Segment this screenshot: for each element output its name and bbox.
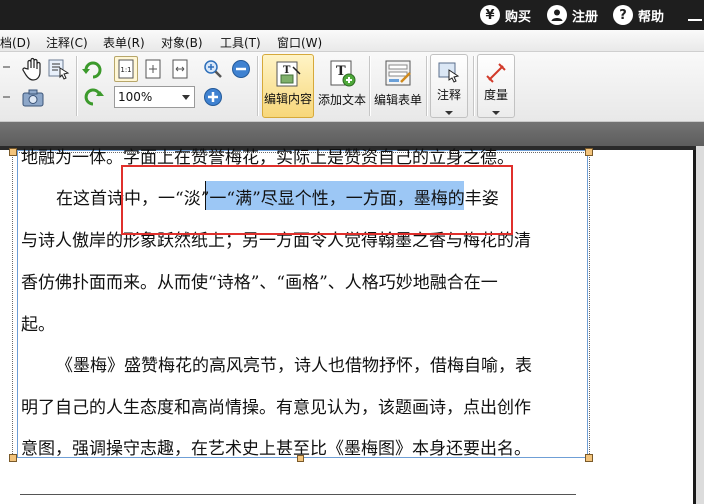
page-right-edge — [693, 150, 696, 504]
edit-content-icon: T — [276, 61, 301, 87]
register-link[interactable]: 注册 — [547, 4, 598, 26]
menu-bar: 档(D) 注释(C) 表单(R) 对象(B) 工具(T) 窗口(W) — [0, 30, 704, 52]
measure-label: 度量 — [483, 88, 508, 102]
line-text: 香仿佛扑面而来。从而使“诗格”、“画格”、人格巧妙地融合在一 — [21, 273, 498, 293]
measure-icon — [486, 63, 506, 83]
minimize-icon[interactable] — [688, 19, 702, 21]
help-link[interactable]: ? 帮助 — [613, 4, 664, 26]
edit-form-label: 编辑表单 — [373, 93, 422, 107]
annotate-dropdown[interactable]: 注释 — [430, 54, 468, 118]
svg-text:1:1: 1:1 — [120, 66, 131, 74]
svg-text:T: T — [283, 65, 291, 76]
toolbar-separator — [473, 56, 474, 116]
buy-link[interactable]: ¥ 购买 — [480, 4, 531, 26]
toolbar-separator — [369, 56, 370, 116]
zoom-in-magnifier-icon[interactable] — [202, 58, 224, 80]
line-text: 《墨梅》盛赞梅花的高风亮节，诗人也借物抒怀，借梅自喻，表 — [56, 356, 532, 376]
rotate-clockwise-icon[interactable] — [80, 56, 106, 82]
edit-content-button[interactable]: T 编辑内容 — [262, 54, 314, 118]
edit-content-label: 编辑内容 — [263, 92, 312, 106]
menu-object[interactable]: 对象(B) — [161, 34, 203, 51]
snapshot-icon[interactable] — [20, 86, 46, 110]
line-text: 起。 — [21, 315, 55, 335]
zoom-select[interactable]: 100% — [114, 86, 195, 108]
user-icon — [547, 5, 567, 25]
chevron-down-icon — [182, 95, 190, 100]
annotate-label: 注释 — [436, 88, 461, 102]
scroll-left-icon[interactable] — [0, 60, 12, 74]
line-text: 意图，强调操守志趣，在艺术史上甚至比《墨梅图》本身还要出名。 — [21, 439, 531, 459]
annotate-icon — [438, 62, 460, 83]
paragraph-line[interactable]: 明了自己的人生态度和高尚情操。有意见认为，该题画诗，点出创作 — [0, 393, 600, 426]
add-text-label: 添加文本 — [317, 93, 366, 107]
zoom-out-icon[interactable] — [230, 58, 252, 80]
menu-annotate[interactable]: 注释(C) — [46, 34, 88, 51]
fit-page-button[interactable] — [141, 56, 165, 82]
buy-label: 购买 — [505, 9, 532, 25]
toolbar-separator — [426, 56, 427, 116]
add-text-button[interactable]: T 添加文本 — [316, 54, 368, 118]
edit-form-icon — [385, 60, 411, 86]
toolbar-separator — [76, 56, 77, 116]
paragraph-line[interactable]: 香仿佛扑面而来。从而使“诗格”、“画格”、人格巧妙地融合在一 — [0, 268, 600, 301]
register-label: 注册 — [572, 9, 599, 25]
select-text-icon[interactable] — [46, 56, 72, 82]
hand-tool-icon[interactable] — [20, 56, 46, 82]
red-highlight-box — [121, 165, 513, 235]
paragraph-line[interactable]: 起。 — [0, 310, 600, 343]
actual-size-button[interactable]: 1:1 — [114, 56, 138, 82]
zoom-value: 100% — [118, 90, 153, 104]
rotate-counterclockwise-icon[interactable] — [80, 84, 106, 110]
measure-dropdown[interactable]: 度量 — [477, 54, 515, 118]
yen-icon: ¥ — [480, 5, 500, 25]
line-text: 明了自己的人生态度和高尚情操。有意见认为，该题画诗，点出创作 — [21, 398, 531, 418]
paragraph-line[interactable]: 意图，强调操守志趣，在艺术史上甚至比《墨梅图》本身还要出名。 — [0, 434, 600, 467]
add-text-icon: T — [330, 60, 356, 87]
edit-form-button[interactable]: 编辑表单 — [372, 54, 424, 118]
toolbar: 1:1 100% T 编辑内容 T 添加文本 编辑表单 注释 度量 — [0, 52, 704, 122]
top-bar: ¥ 购买 注册 ? 帮助 — [0, 0, 704, 30]
vertical-scrollbar[interactable] — [696, 146, 704, 504]
more-tools-icon[interactable] — [0, 90, 12, 104]
chevron-down-icon — [492, 111, 500, 115]
toolbar-separator — [257, 56, 258, 116]
chevron-down-icon — [445, 111, 453, 115]
menu-form[interactable]: 表单(R) — [103, 34, 145, 51]
fit-width-button[interactable] — [168, 56, 192, 82]
help-label: 帮助 — [638, 9, 665, 25]
zoom-in-icon[interactable] — [202, 86, 224, 108]
menu-window[interactable]: 窗口(W) — [277, 34, 322, 51]
menu-document[interactable]: 档(D) — [0, 34, 31, 51]
paragraph-line[interactable]: 《墨梅》盛赞梅花的高风亮节，诗人也借物抒怀，借梅自喻，表 — [0, 351, 600, 384]
bottom-rule — [20, 494, 576, 495]
help-icon: ? — [613, 5, 633, 25]
menu-tools[interactable]: 工具(T) — [220, 34, 261, 51]
